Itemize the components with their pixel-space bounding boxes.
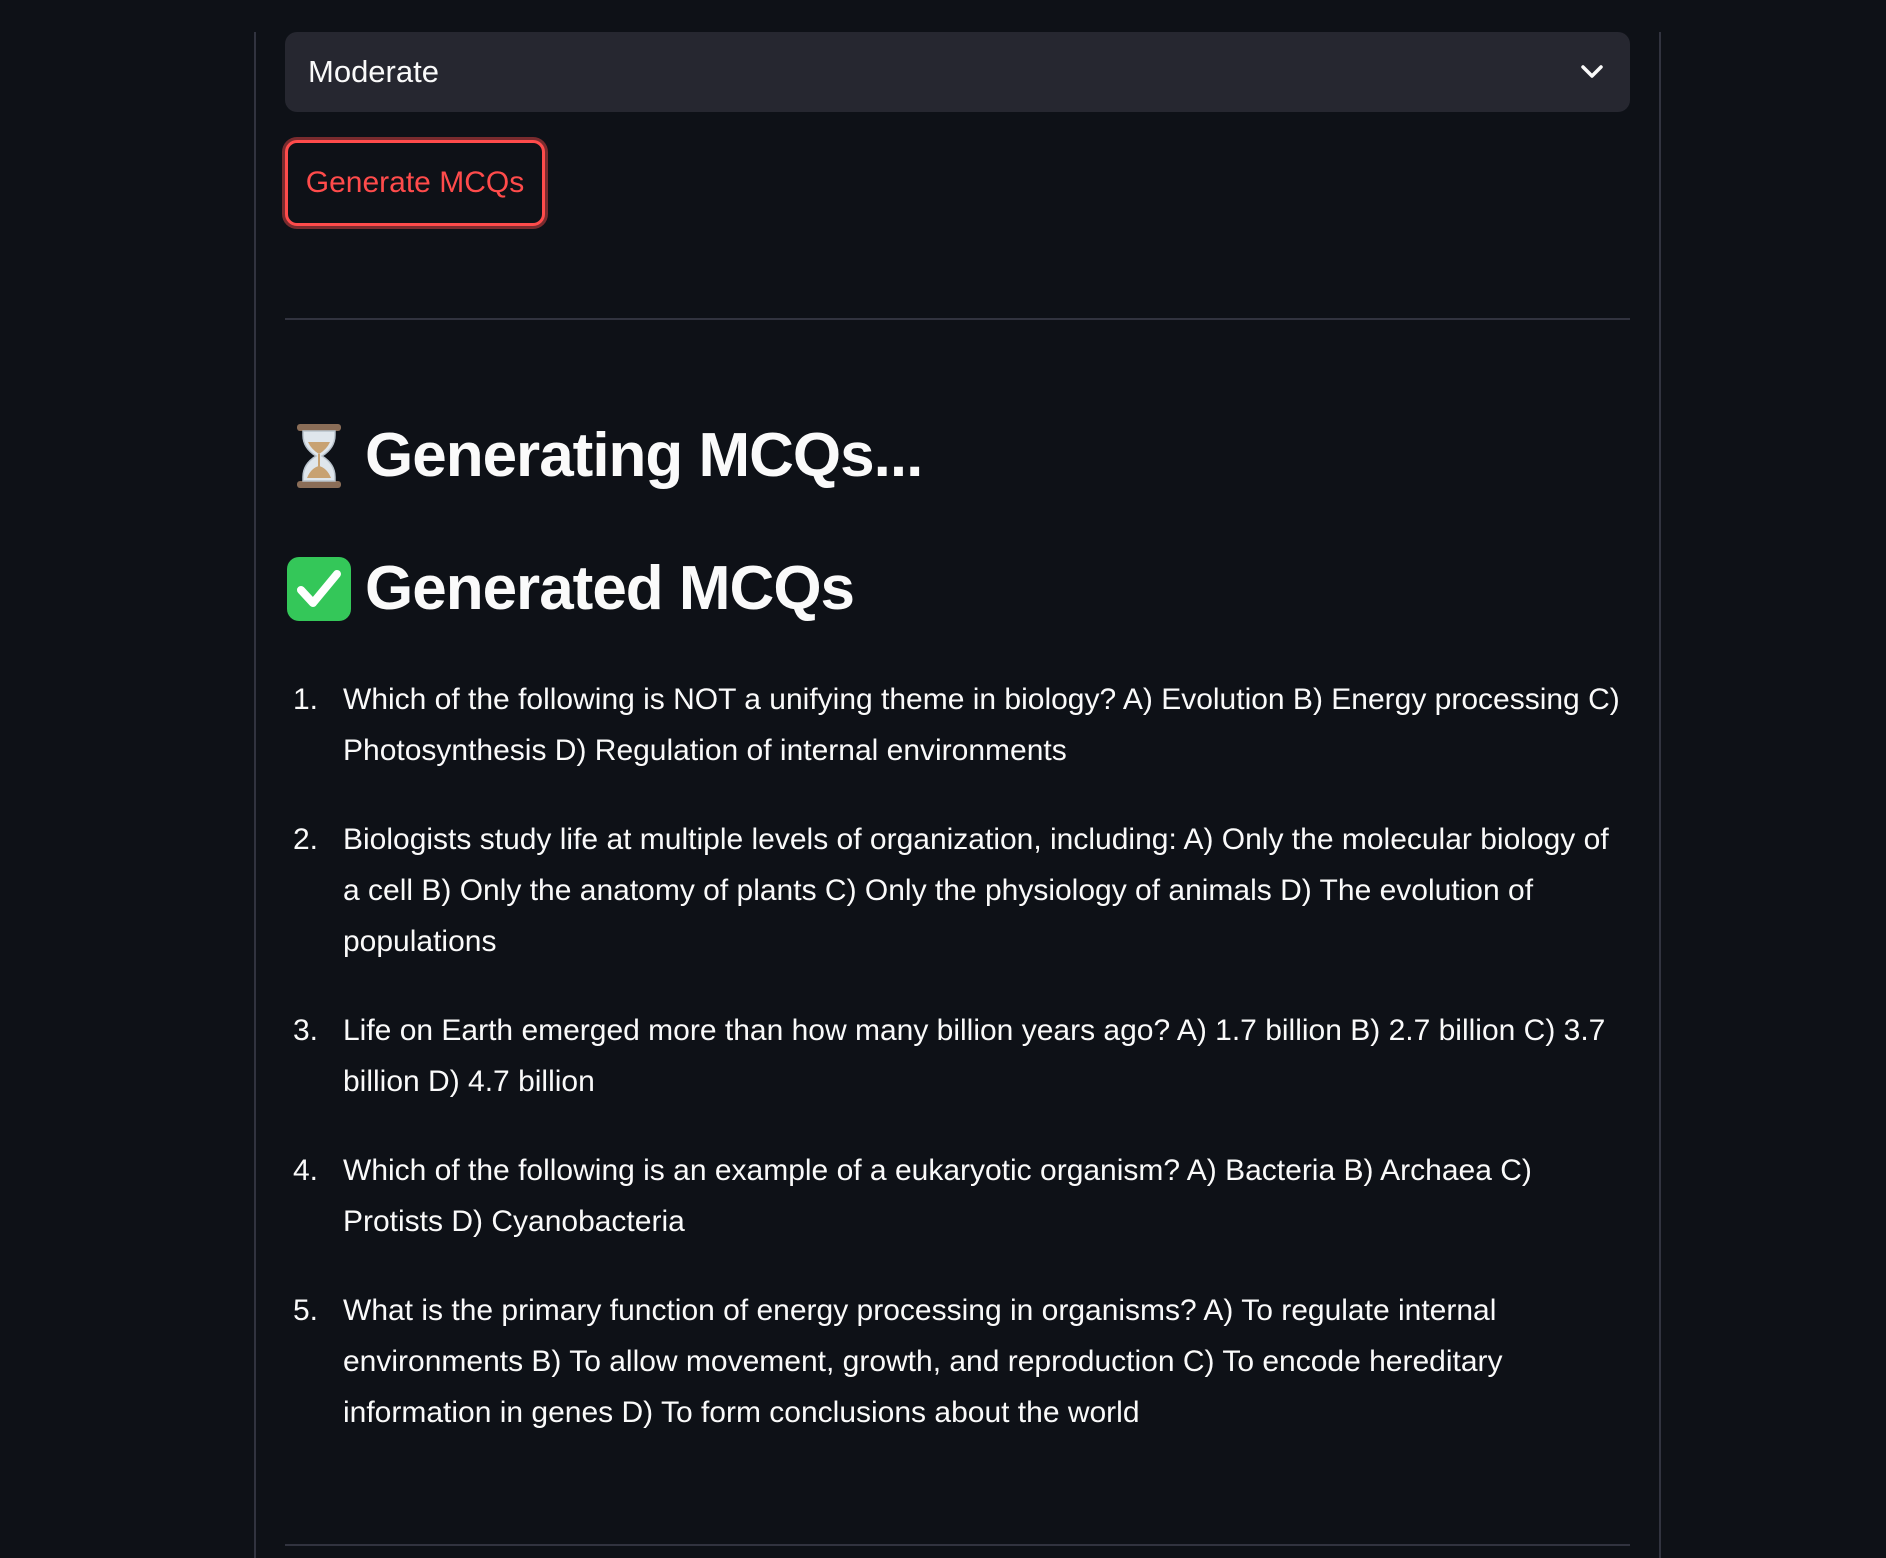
generated-heading: Generated MCQs xyxy=(285,553,1630,624)
list-item: 2. Biologists study life at multiple lev… xyxy=(285,814,1630,967)
main-content: Moderate Generate MCQs Generating MCQs..… xyxy=(285,32,1630,1476)
check-mark-icon xyxy=(285,555,353,623)
list-item-text: Which of the following is NOT a unifying… xyxy=(343,683,1620,767)
list-item-text: Which of the following is an example of … xyxy=(343,1154,1532,1238)
difficulty-select[interactable]: Moderate xyxy=(285,32,1630,112)
content-border-left xyxy=(254,32,256,1558)
list-item-text: Biologists study life at multiple levels… xyxy=(343,823,1609,958)
list-item-number: 3. xyxy=(293,1014,319,1047)
section-divider xyxy=(285,318,1630,320)
hourglass-icon xyxy=(285,422,353,490)
generating-heading: Generating MCQs... xyxy=(285,420,1630,491)
generating-heading-text: Generating MCQs... xyxy=(365,421,923,490)
bottom-divider xyxy=(285,1544,1630,1546)
generate-mcqs-button[interactable]: Generate MCQs xyxy=(285,140,545,226)
list-item: 3. Life on Earth emerged more than how m… xyxy=(285,1005,1630,1107)
list-item-text: What is the primary function of energy p… xyxy=(343,1294,1503,1429)
list-item: 5. What is the primary function of energ… xyxy=(285,1285,1630,1438)
list-item: 4. Which of the following is an example … xyxy=(285,1145,1630,1247)
difficulty-select-value: Moderate xyxy=(308,54,439,89)
list-item: 1. Which of the following is NOT a unify… xyxy=(285,674,1630,776)
mcq-list: 1. Which of the following is NOT a unify… xyxy=(285,674,1630,1438)
chevron-down-icon[interactable] xyxy=(1577,57,1607,87)
content-border-right xyxy=(1659,32,1661,1558)
list-item-number: 5. xyxy=(293,1294,319,1327)
list-item-number: 4. xyxy=(293,1154,319,1187)
list-item-number: 2. xyxy=(293,823,319,856)
list-item-text: Life on Earth emerged more than how many… xyxy=(343,1014,1606,1098)
list-item-number: 1. xyxy=(293,683,319,716)
app-page: Moderate Generate MCQs Generating MCQs..… xyxy=(0,0,1886,1558)
generated-heading-text: Generated MCQs xyxy=(365,554,855,623)
